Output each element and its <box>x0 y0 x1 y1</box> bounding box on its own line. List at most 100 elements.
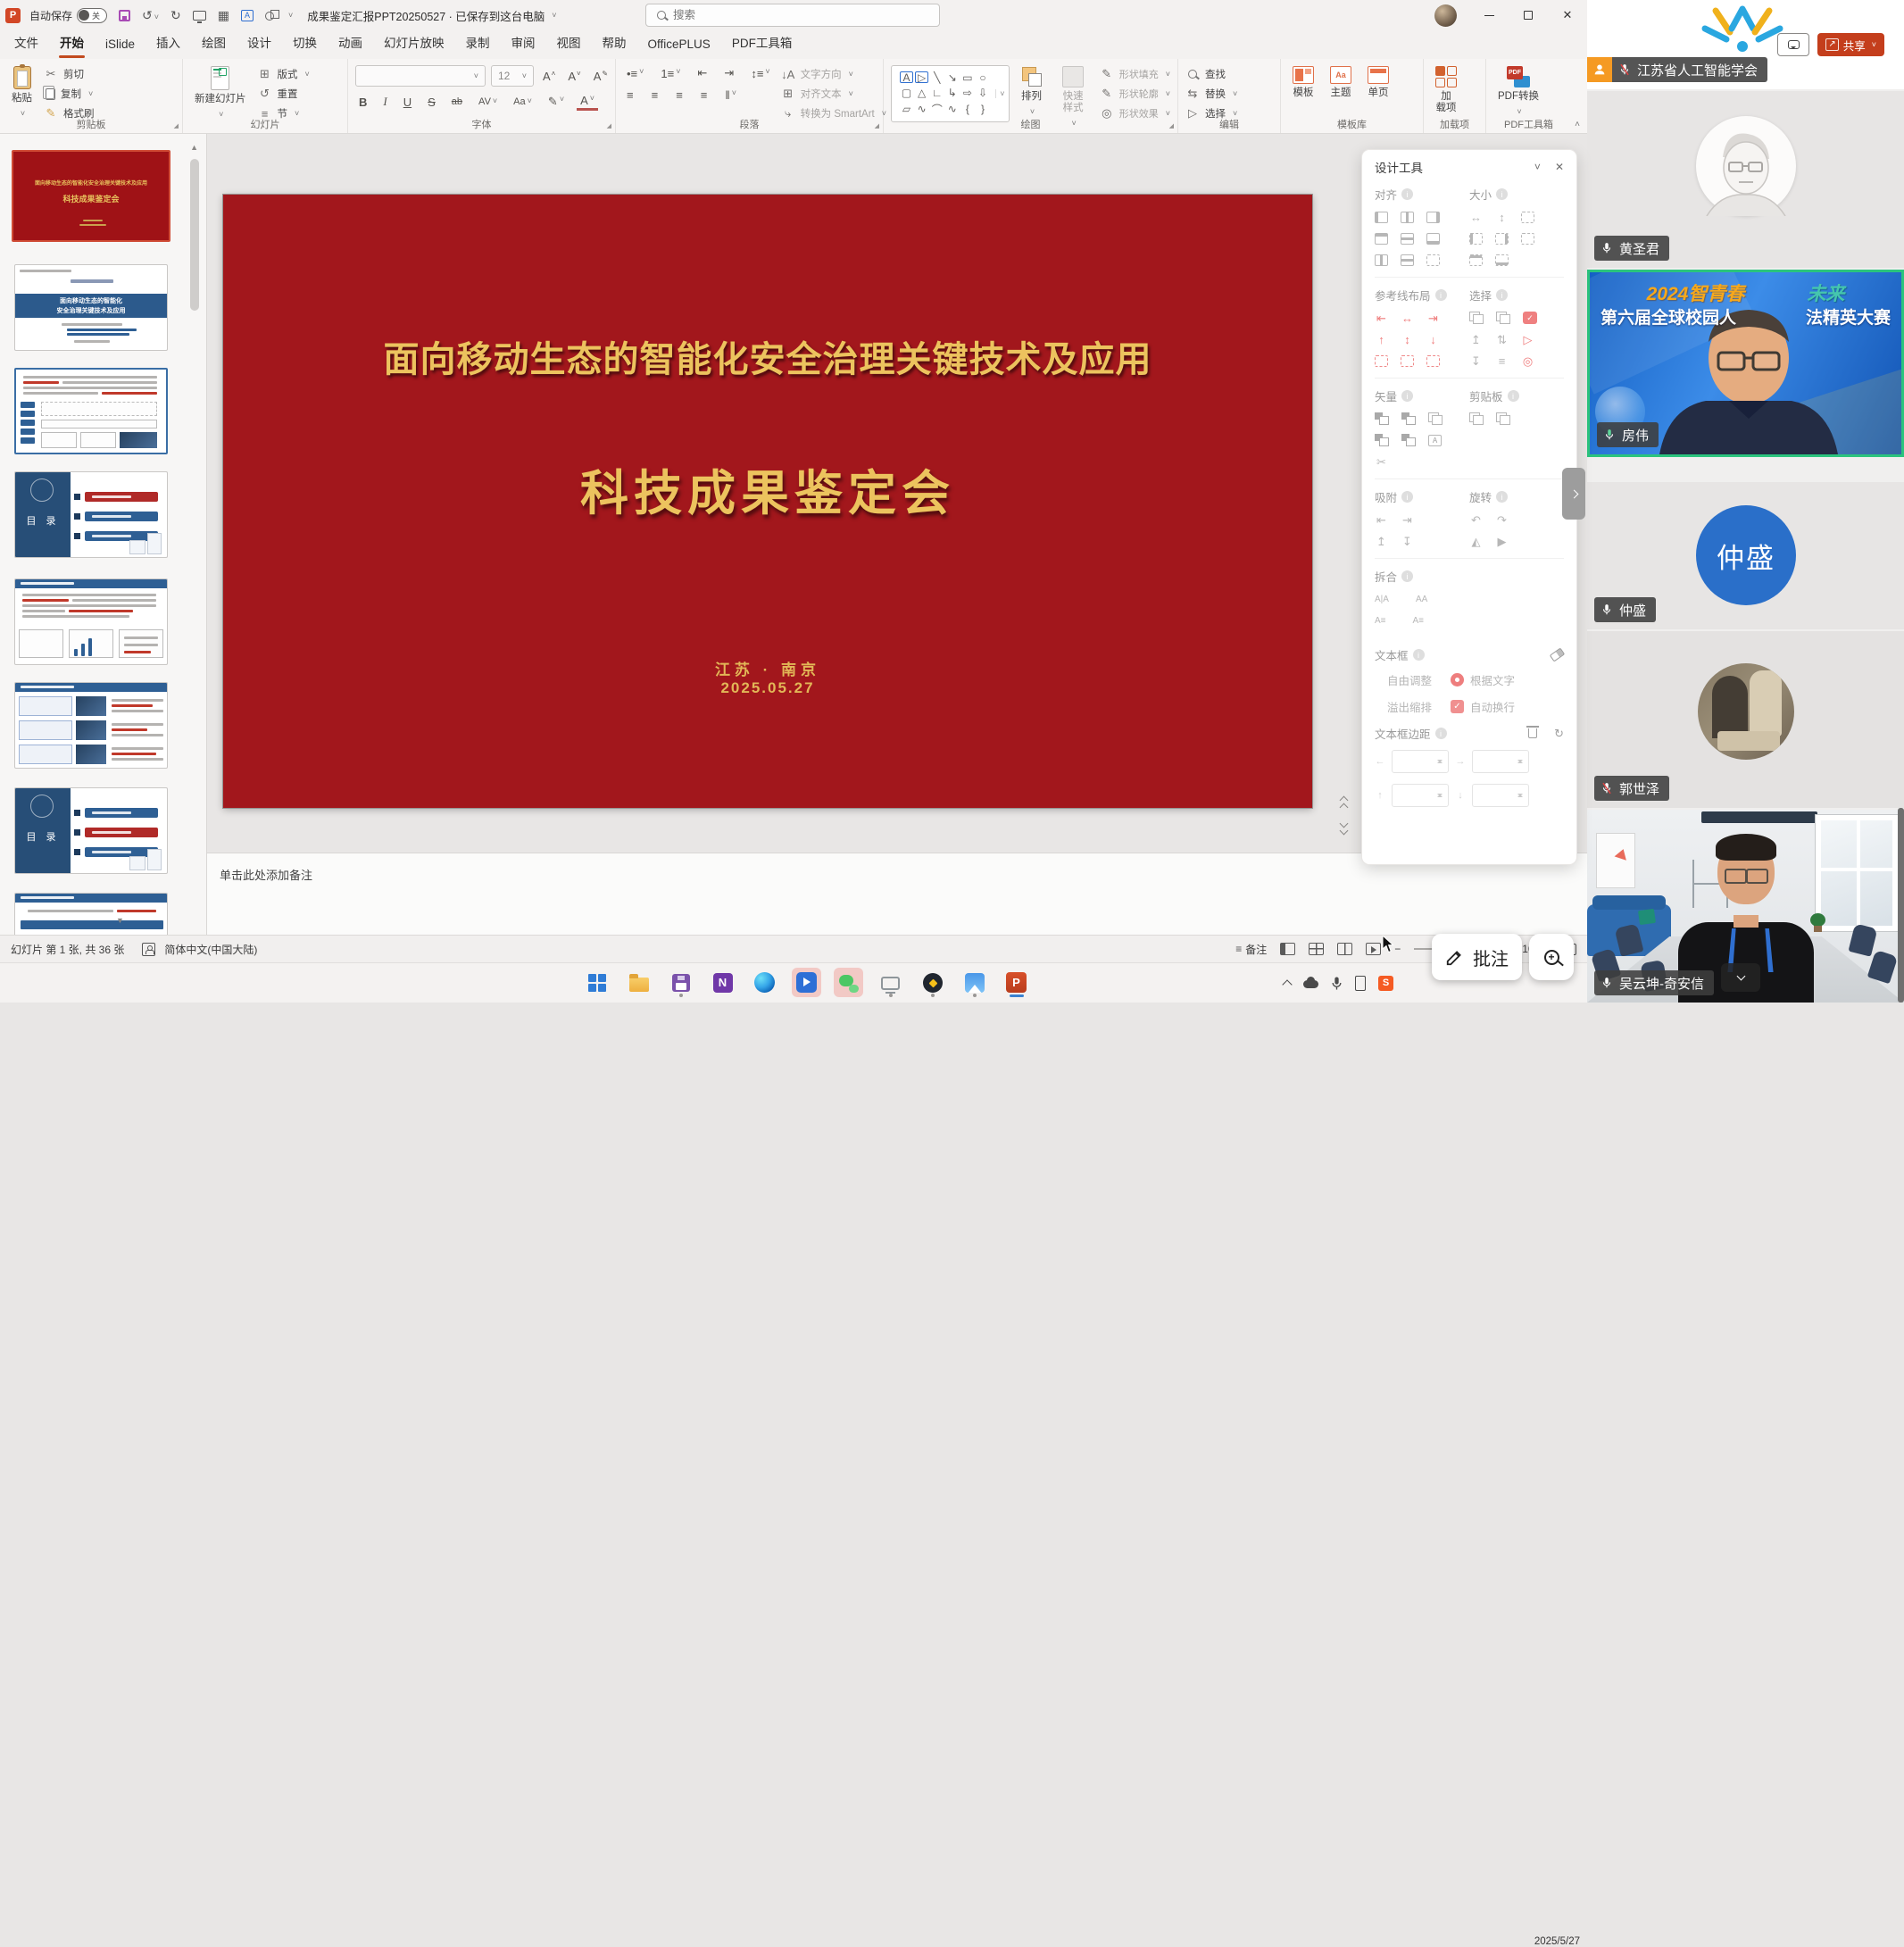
tab-home[interactable]: 开始 <box>49 27 95 59</box>
margin-left-input[interactable] <box>1392 750 1449 773</box>
select-checked-icon[interactable]: ✓ <box>1523 312 1537 324</box>
elbow-shape-icon[interactable]: ∟ <box>932 87 943 99</box>
meeting-app-icon[interactable] <box>792 968 821 997</box>
italic-button[interactable]: I <box>379 94 390 110</box>
merge-chars-icon[interactable]: AA <box>1416 595 1427 604</box>
split-lines-icon[interactable]: A≡ <box>1375 616 1386 626</box>
participant-tile-wu[interactable]: 吴云坤-奇安信 <box>1587 810 1904 1003</box>
align-left-button[interactable]: ≡ <box>623 87 637 103</box>
close-button[interactable]: ✕ <box>1548 0 1587 30</box>
flip-h-icon[interactable]: ◭ <box>1469 536 1483 547</box>
mic-tray-icon[interactable] <box>1331 976 1343 991</box>
dialog-launcher-icon[interactable]: ◢ <box>174 122 179 129</box>
snap-bottom-icon[interactable]: ↧ <box>1401 536 1414 547</box>
dialog-launcher-icon[interactable]: ◢ <box>1169 122 1174 129</box>
insert-table-icon[interactable]: ▦ <box>218 8 229 23</box>
thumb-scroll-up-icon[interactable]: ▲ <box>190 143 198 152</box>
info-icon[interactable]: i <box>1401 570 1413 582</box>
slideshow-view-icon[interactable] <box>1366 943 1381 955</box>
participant-tile-fang-active-speaker[interactable]: 2024智青春未来 第六届全球校园人法精英大赛 房伟 <box>1587 270 1904 457</box>
shapes-gallery[interactable]: A ▷ ╲ ↘ ▭ ○ ▢ △ ∟ ↳ ⇨ ⇩ ▱ ∿ ⌒ ∿ { } ˅ <box>891 65 1010 122</box>
file-explorer-icon[interactable] <box>624 968 653 997</box>
share-button[interactable]: ↗共享˅ <box>1817 33 1884 56</box>
info-icon[interactable]: i <box>1496 289 1508 301</box>
quick-access-more-icon[interactable]: ˅ <box>288 11 293 20</box>
slide-title-line1[interactable]: 面向移动生态的智能化安全治理关键技术及应用 <box>241 330 1294 382</box>
tab-review[interactable]: 审阅 <box>501 27 546 59</box>
textbox-free-option[interactable]: 自由调整 <box>1387 671 1444 688</box>
screen-cast-icon[interactable] <box>876 968 905 997</box>
redo-icon[interactable]: ↻ <box>170 8 181 23</box>
radio-selected-icon[interactable] <box>1451 673 1464 686</box>
align-left-icon[interactable] <box>1375 212 1388 223</box>
template-button[interactable]: 模板 <box>1288 65 1318 100</box>
parallelogram-shape-icon[interactable]: ▱ <box>902 103 910 115</box>
same-width-icon[interactable]: ↔ <box>1469 212 1483 223</box>
single-page-button[interactable]: 单页 <box>1363 65 1393 100</box>
arc-shape-icon[interactable]: ⌒ <box>932 102 943 117</box>
down-arrow-shape-icon[interactable]: ⇩ <box>978 87 987 99</box>
select-similar-icon[interactable] <box>1496 312 1510 324</box>
swap-size-icon[interactable] <box>1521 233 1534 245</box>
rect-shape-icon[interactable]: ▭ <box>962 71 972 84</box>
start-button[interactable] <box>582 968 611 997</box>
info-icon[interactable]: i <box>1496 188 1508 200</box>
user-avatar[interactable] <box>1434 4 1457 27</box>
normal-view-icon[interactable] <box>1280 943 1295 955</box>
thumb-scrollbar[interactable] <box>190 159 199 311</box>
language-indicator[interactable]: 简体中文(中国大陆) <box>164 942 257 957</box>
maximize-button[interactable] <box>1509 0 1548 30</box>
guide-center-icon[interactable]: ↔ <box>1401 312 1414 324</box>
tab-view[interactable]: 视图 <box>546 27 592 59</box>
snap-top-icon[interactable]: ↥ <box>1375 536 1388 547</box>
font-name-combo[interactable]: ˅ <box>355 65 486 87</box>
align-grid-icon[interactable] <box>1426 254 1440 266</box>
magnifier-button[interactable]: + <box>1529 934 1574 980</box>
reading-view-icon[interactable] <box>1337 943 1352 955</box>
textbox-overflow-option[interactable]: 溢出缩排 <box>1387 698 1444 715</box>
shrink-font-button[interactable]: A˅ <box>564 69 584 84</box>
panel-close-icon[interactable]: ✕ <box>1555 161 1564 173</box>
guide-top-icon[interactable]: ↑ <box>1375 334 1388 345</box>
merge-lines-icon[interactable]: A≡ <box>1413 616 1425 626</box>
numbering-button[interactable]: 1≡˅ <box>657 66 684 81</box>
slide-date[interactable]: 2025.05.27 <box>223 679 1312 697</box>
info-icon[interactable]: i <box>1435 289 1447 301</box>
select-pointer-icon[interactable]: ▷ <box>1521 334 1534 345</box>
vector-text-icon[interactable]: A <box>1428 435 1442 446</box>
save-icon[interactable] <box>119 10 130 21</box>
align-bottom-icon[interactable] <box>1426 233 1440 245</box>
brace-left-shape-icon[interactable]: { <box>966 103 969 115</box>
accessibility-icon[interactable] <box>142 943 155 956</box>
shapes-more-icon[interactable]: ˅ <box>995 89 1004 98</box>
participant-tile-zhong[interactable]: 仲盛 仲盛 <box>1587 482 1904 629</box>
minimize-button[interactable] <box>1469 0 1509 30</box>
comments-button[interactable] <box>1777 33 1809 56</box>
vector-cut-icon[interactable]: ✂ <box>1375 456 1388 468</box>
tray-expand-icon[interactable] <box>1282 979 1292 989</box>
rotate-left-icon[interactable]: ↶ <box>1469 514 1483 526</box>
slide-canvas[interactable]: 面向移动生态的智能化安全治理关键技术及应用 科技成果鉴定会 江苏 · 南京 20… <box>223 195 1312 808</box>
thumb-scroll-down-icon[interactable]: ▼ <box>116 916 124 925</box>
layout-button[interactable]: ⊞版式˅ <box>258 67 310 81</box>
char-spacing-button[interactable]: AV˅ <box>475 96 501 108</box>
guide-box-v-icon[interactable] <box>1401 355 1414 367</box>
slide-thumbnail-4[interactable]: 目 录 <box>14 471 168 558</box>
reset-button[interactable]: ↺重置 <box>258 87 310 101</box>
clear-formatting-button[interactable]: A✎ <box>590 69 611 84</box>
underline-button[interactable]: U <box>400 95 415 110</box>
info-icon[interactable]: i <box>1435 728 1447 739</box>
select-below-icon[interactable]: ↧ <box>1469 355 1483 367</box>
align-top-icon[interactable] <box>1375 233 1388 245</box>
tab-help[interactable]: 帮助 <box>592 27 637 59</box>
info-icon[interactable]: i <box>1508 390 1519 402</box>
addins-button[interactable]: 加 载项 <box>1431 65 1461 115</box>
slide-thumbnail-5[interactable] <box>14 578 168 665</box>
select-same-icon[interactable] <box>1469 312 1484 324</box>
tab-file[interactable]: 文件 <box>4 27 49 59</box>
slide-thumbnail-6[interactable] <box>14 682 168 769</box>
slide-thumbnail-7[interactable]: 目 录 <box>14 787 168 874</box>
annotate-button[interactable]: 批注 <box>1432 934 1522 980</box>
undo-icon[interactable]: ↺˅ <box>142 8 159 23</box>
strikethrough-button[interactable]: S <box>424 95 439 110</box>
